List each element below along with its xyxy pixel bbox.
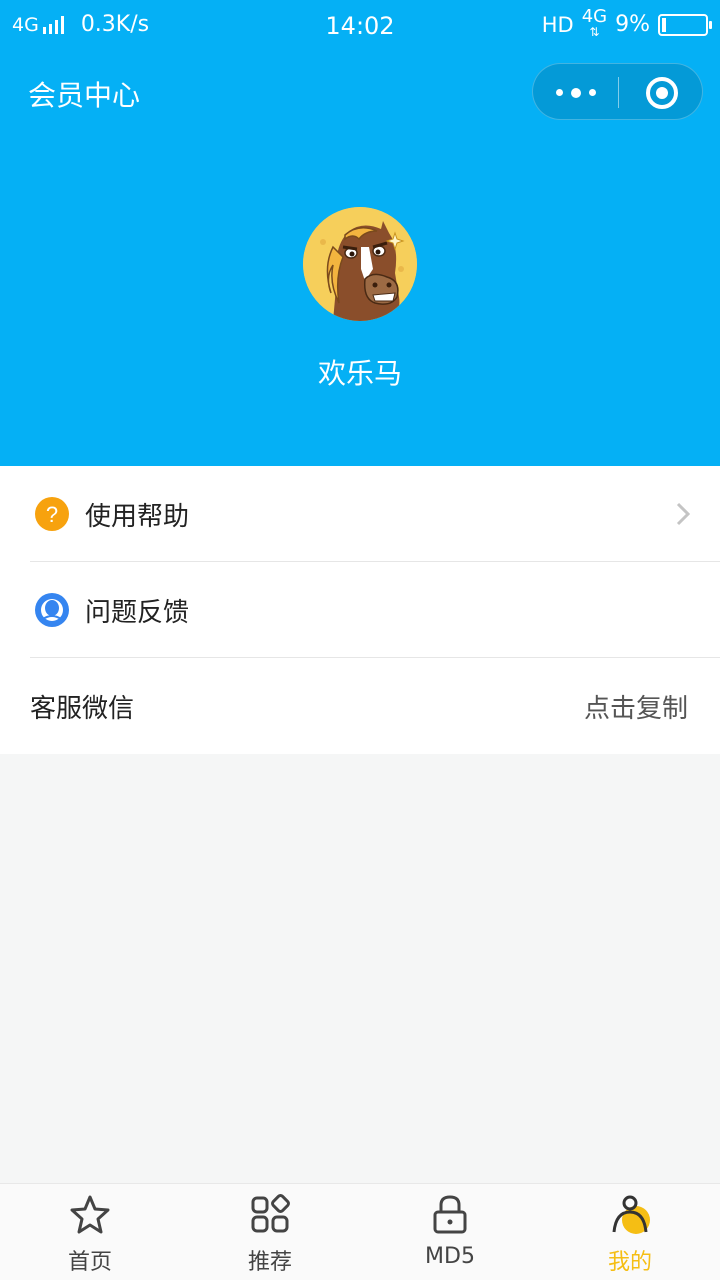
battery-percent: 9%: [615, 12, 650, 37]
target-circle-icon: [645, 76, 678, 109]
tab-home[interactable]: 首页: [0, 1184, 180, 1280]
page-title: 会员中心: [28, 79, 141, 112]
lock-icon: [433, 1195, 467, 1234]
question-circle-icon: ?: [35, 497, 69, 531]
tab-label: 推荐: [247, 1250, 292, 1275]
header-banner: 4G 0.3K/s 14:02 HD 4G ⇅ 9% 会员中心 欢乐马: [0, 0, 720, 466]
more-button[interactable]: [533, 64, 618, 121]
tab-label: MD5: [425, 1244, 475, 1269]
tab-md5[interactable]: MD5: [360, 1184, 540, 1280]
svg-text:?: ?: [46, 502, 58, 527]
grid-icon: [251, 1194, 290, 1233]
menu-list: ? 使用帮助 问题反馈 客服微信 点击复制: [0, 466, 720, 754]
status-bar: 4G 0.3K/s 14:02 HD 4G ⇅ 9%: [0, 0, 720, 52]
close-button[interactable]: [619, 64, 704, 121]
tab-recommend[interactable]: 推荐: [180, 1184, 360, 1280]
menu-item-label: 使用帮助: [85, 501, 190, 532]
copy-wechat-button[interactable]: 点击复制: [584, 658, 688, 754]
chevron-right-icon: [676, 502, 690, 526]
menu-item-label: 客服微信: [30, 693, 135, 724]
user-circle-icon: [35, 593, 69, 627]
menu-item-help[interactable]: ? 使用帮助: [0, 466, 720, 562]
tab-label: 我的: [607, 1250, 652, 1275]
username: 欢乐马: [317, 357, 402, 390]
hd-indicator: HD: [541, 12, 574, 37]
avatar[interactable]: [303, 207, 417, 321]
miniprogram-capsule: [532, 63, 703, 120]
horse-avatar-icon: [303, 207, 417, 321]
more-dots-icon: [552, 87, 600, 98]
user-icon: [612, 1195, 650, 1234]
menu-item-wechat[interactable]: 客服微信 点击复制: [0, 658, 720, 754]
menu-item-label: 问题反馈: [85, 597, 190, 628]
tab-bar: 首页 推荐 MD5 我的: [0, 1183, 720, 1280]
network-type-right: 4G ⇅: [581, 6, 608, 40]
star-icon: [70, 1195, 110, 1234]
battery-icon: [658, 13, 712, 36]
menu-item-feedback[interactable]: 问题反馈: [0, 562, 720, 658]
tab-label: 首页: [67, 1250, 112, 1275]
tab-mine[interactable]: 我的: [540, 1184, 720, 1280]
